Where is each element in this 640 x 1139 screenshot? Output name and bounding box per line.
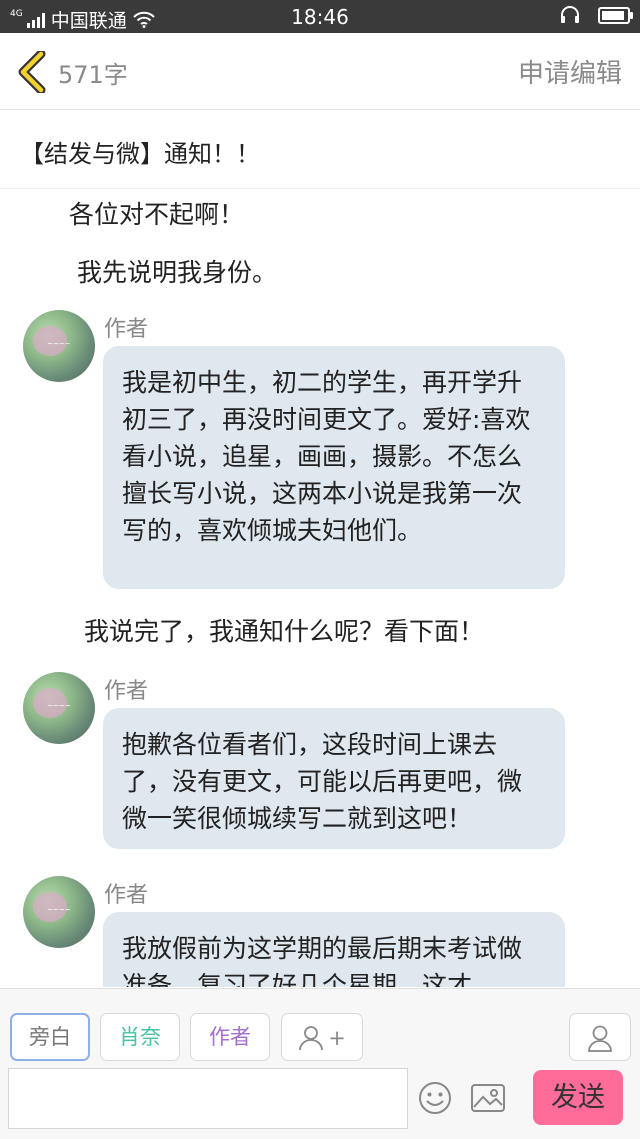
back-chevron-icon[interactable] — [14, 51, 50, 93]
headphones-icon — [561, 6, 579, 23]
role-name: 作者 — [104, 883, 149, 908]
role-yuna-button[interactable]: 肖奈 — [100, 1013, 180, 1061]
role-name: 作者 — [104, 679, 149, 704]
word-count: 571字 — [58, 61, 128, 89]
avatar[interactable]: ~~~~ — [23, 672, 95, 744]
story-content[interactable]: 各位对不起啊！ 我先说明我身份。 ~~~~ 作者 我是初中生，初二的学生，再开学… — [0, 189, 640, 987]
user-add-icon — [299, 1026, 324, 1051]
narration-text: 我先说明我身份。 — [77, 258, 278, 287]
story-title: 【结发与微】通知！！ — [20, 140, 260, 168]
user-button[interactable] — [569, 1013, 631, 1061]
send-button[interactable]: 发送 — [533, 1070, 623, 1125]
narration-text: 各位对不起啊！ — [69, 200, 245, 229]
avatar[interactable]: ~~~~ — [23, 876, 95, 948]
compose-bar: 旁白 肖奈 作者 + 发送 — [0, 988, 640, 1139]
status-bar: 4G 中国联通 18:46 — [0, 0, 640, 33]
battery-icon — [598, 6, 633, 24]
story-title-row: 【结发与微】通知！！ — [0, 110, 640, 189]
status-right — [560, 6, 633, 24]
avatar[interactable]: ~~~~ — [23, 310, 95, 382]
message-bubble: 抱歉各位看者们，这段时间上课去了，没有更文，可能以后再更吧，微微一笑很倾城续写二… — [103, 708, 565, 849]
image-icon[interactable] — [470, 1082, 506, 1114]
request-edit-button[interactable]: 申请编辑 — [518, 53, 622, 90]
emoji-icon[interactable] — [418, 1081, 452, 1115]
message-input[interactable] — [8, 1068, 408, 1129]
message-bubble: 我放假前为这学期的最后期末考试做准备，复习了好几个星期，这才 — [103, 912, 565, 987]
add-role-button[interactable]: + — [281, 1013, 363, 1061]
add-role-plus: + — [328, 1026, 346, 1050]
top-navbar: 571字 申请编辑 — [0, 33, 640, 110]
user-icon — [588, 1025, 612, 1052]
role-author-button[interactable]: 作者 — [190, 1013, 270, 1061]
message-bubble: 我是初中生，初二的学生，再开学升初三了，再没时间更文了。爱好:喜欢看小说，追星，… — [103, 346, 565, 589]
role-name: 作者 — [104, 317, 149, 342]
role-narration-button[interactable]: 旁白 — [10, 1013, 90, 1061]
clock: 18:46 — [291, 5, 349, 29]
narration-text: 我说完了，我通知什么呢？看下面！ — [84, 617, 485, 646]
